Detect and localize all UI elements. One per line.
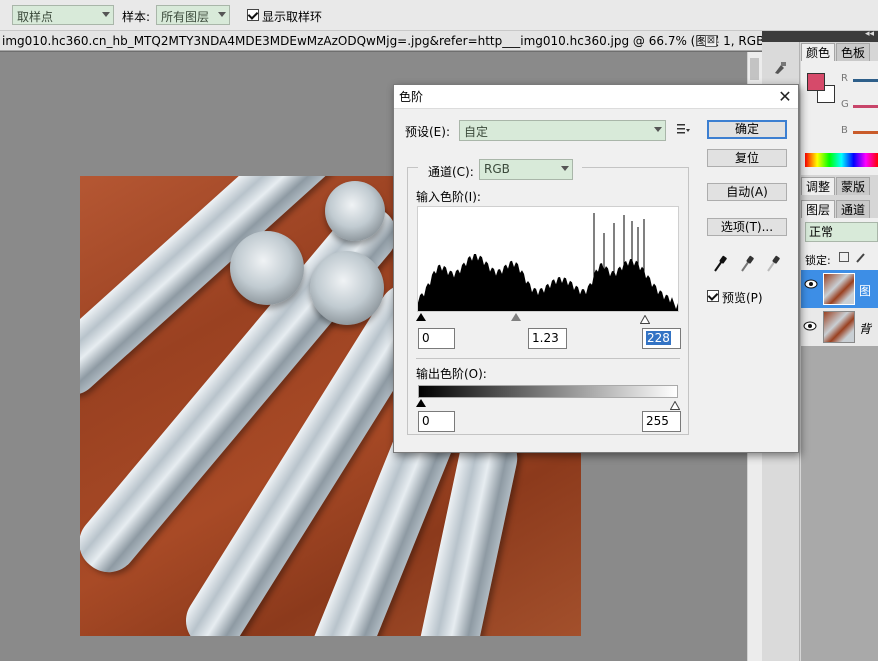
output-levels-label: 输出色阶(O):: [416, 367, 487, 381]
foreground-color-swatch[interactable]: [807, 73, 825, 91]
input-gamma-field[interactable]: 1.23: [528, 328, 567, 349]
close-icon[interactable]: ✕: [776, 88, 794, 106]
output-gradient: [418, 385, 678, 398]
layer-row-selected[interactable]: 图: [801, 270, 878, 308]
layer-row[interactable]: 背: [801, 308, 878, 346]
preset-value: 自定: [464, 125, 489, 139]
sample-dropdown[interactable]: 所有图层: [156, 5, 230, 25]
layer-name: 背: [859, 322, 872, 336]
white-eyedropper-icon[interactable]: [765, 255, 781, 273]
chevron-down-icon: [654, 127, 662, 132]
document-tab[interactable]: img010.hc360.cn_hb_MTQ2MTY3NDA4MDE3MDEwM…: [0, 31, 762, 51]
channel-row: 通道(C): RGB: [418, 159, 582, 181]
levels-dialog: 色阶 ✕ 预设(E): 自定 通道(C): RGB 输入色阶(I): 0 1.2…: [393, 84, 799, 453]
layers-empty-area: [801, 346, 878, 661]
tab-color[interactable]: 颜色: [801, 43, 836, 61]
tab-channels[interactable]: 通道: [836, 200, 871, 218]
preset-label: 预设(E):: [405, 125, 450, 139]
chevron-down-icon: [102, 12, 110, 17]
divider: [416, 358, 680, 359]
lock-brush-icon[interactable]: [856, 252, 866, 263]
input-black-field[interactable]: 0: [418, 328, 455, 349]
layer-thumbnail: [823, 311, 855, 343]
output-black-handle[interactable]: [416, 399, 426, 407]
gray-eyedropper-icon[interactable]: [739, 255, 755, 273]
input-gamma-handle[interactable]: [511, 313, 521, 321]
close-document-icon[interactable]: ⊠: [705, 35, 717, 47]
show-ring-checkbox[interactable]: [247, 9, 259, 21]
input-white-handle[interactable]: [639, 313, 651, 327]
ok-button[interactable]: 确定: [707, 120, 787, 139]
document-tab-title: img010.hc360.cn_hb_MTQ2MTY3NDA4MDE3MDEwM…: [2, 34, 762, 48]
sample-value: 所有图层: [161, 10, 210, 24]
input-white-value: 228: [646, 331, 671, 345]
channel-value: RGB: [484, 162, 510, 176]
b-label: B: [841, 125, 848, 136]
color-panel: R G B: [801, 61, 878, 175]
tab-adjustments[interactable]: 调整: [801, 177, 836, 195]
g-label: G: [841, 99, 849, 110]
eye-icon[interactable]: [803, 320, 819, 336]
preset-dropdown[interactable]: 自定: [459, 120, 666, 141]
input-black-handle[interactable]: [416, 313, 426, 321]
scrollbar-thumb[interactable]: [750, 58, 759, 80]
reset-button[interactable]: 复位: [707, 149, 787, 167]
eye-icon[interactable]: [803, 278, 819, 294]
tab-layers[interactable]: 图层: [801, 200, 836, 218]
color-spectrum[interactable]: [805, 153, 878, 167]
black-eyedropper-icon[interactable]: [712, 255, 728, 273]
input-white-field[interactable]: 228: [642, 328, 681, 349]
tab-masks[interactable]: 蒙版: [836, 177, 871, 195]
output-white-field[interactable]: 255: [642, 411, 681, 432]
layer-thumbnail: [823, 273, 855, 305]
washer-shape: [230, 231, 304, 305]
layer-name: 图: [859, 284, 872, 298]
options-button[interactable]: 选项(T)...: [707, 218, 787, 236]
chevron-down-icon: [218, 12, 226, 17]
options-bar: 取样点 样本: 所有图层 显示取样环: [0, 0, 878, 31]
show-ring-label: 显示取样环: [262, 10, 323, 24]
sample-size-dropdown[interactable]: 取样点: [12, 5, 114, 25]
channel-label: 通道(C):: [428, 165, 474, 179]
dialog-titlebar[interactable]: 色阶: [394, 85, 798, 109]
input-slider-track[interactable]: [416, 313, 679, 324]
g-slider[interactable]: [853, 105, 878, 108]
b-slider[interactable]: [853, 131, 878, 134]
chevron-down-icon: [561, 166, 569, 171]
lock-transparency-icon[interactable]: [839, 252, 849, 262]
preview-checkbox[interactable]: [707, 290, 719, 302]
washer-shape: [325, 181, 385, 241]
output-black-field[interactable]: 0: [418, 411, 455, 432]
tab-swatches[interactable]: 色板: [836, 43, 871, 61]
dialog-title: 色阶: [399, 90, 424, 104]
preview-label: 预览(P): [722, 291, 763, 305]
blend-mode-value: 正常: [809, 225, 834, 239]
blend-mode-dropdown[interactable]: 正常: [805, 222, 878, 242]
auto-button[interactable]: 自动(A): [707, 183, 787, 201]
panel-header-bar: ◂◂: [762, 29, 878, 42]
sample-size-value: 取样点: [17, 10, 54, 24]
r-label: R: [841, 73, 848, 84]
histogram-graph: [418, 213, 678, 311]
sample-label: 样本:: [122, 10, 151, 24]
histogram-area: [418, 253, 678, 311]
layers-panel: 正常 锁定: 图 背: [801, 218, 878, 661]
input-levels-label: 输入色阶(I):: [416, 190, 481, 204]
history-brush-icon[interactable]: [770, 60, 790, 80]
output-slider-track[interactable]: [416, 399, 681, 410]
channel-dropdown[interactable]: RGB: [479, 159, 573, 180]
preset-options-icon[interactable]: [677, 123, 691, 137]
histogram: [417, 206, 679, 312]
washer-shape: [310, 251, 384, 325]
collapse-icon[interactable]: ◂◂: [865, 29, 874, 39]
lock-label: 锁定:: [805, 254, 831, 267]
r-slider[interactable]: [853, 79, 878, 82]
